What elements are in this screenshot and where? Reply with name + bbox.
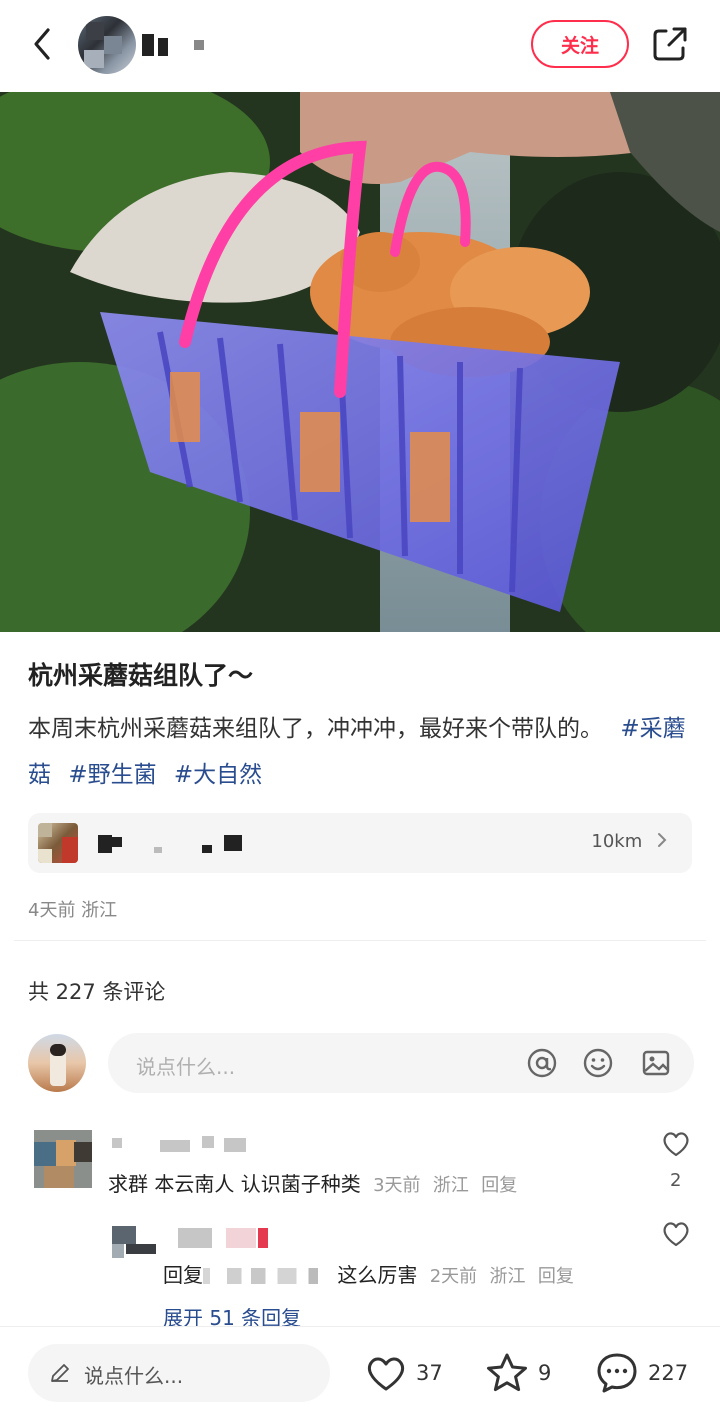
star-icon: [487, 1353, 527, 1392]
chevron-left-icon: [34, 28, 50, 60]
replier-name-blurred[interactable]: [178, 1228, 288, 1248]
post-body-text: 本周末杭州采蘑菇来组队了，冲冲冲，最好来个带队的。: [28, 716, 603, 742]
replier-avatar[interactable]: [112, 1226, 158, 1262]
reply-target-blurred: [203, 1268, 323, 1284]
comment-input-placeholder: 说点什么...: [136, 1055, 236, 1079]
chevron-right-icon: [658, 833, 667, 847]
location-distance: 10km: [591, 831, 668, 852]
author-name-blurred[interactable]: [142, 34, 212, 56]
post-meta: 4天前 浙江: [28, 900, 118, 921]
location-thumbnail: [38, 823, 78, 863]
commenter-avatar[interactable]: [34, 1130, 92, 1188]
pencil-icon: [51, 1364, 69, 1382]
image-icon[interactable]: [640, 1047, 672, 1079]
heart-icon[interactable]: [660, 1128, 692, 1160]
share-button[interactable]: [650, 24, 690, 64]
post-body: 本周末杭州采蘑菇来组队了，冲冲冲，最好来个带队的。 #采蘑菇 #野生菌 #大自然: [28, 706, 688, 798]
heart-icon: [367, 1357, 405, 1391]
bottom-input-placeholder: 说点什么...: [84, 1364, 184, 1388]
top-navigation-bar: 关注: [0, 0, 720, 92]
follow-button[interactable]: 关注: [531, 20, 629, 68]
comment-body: 求群 本云南人 认识菌子种类: [108, 1172, 361, 1196]
reply-body: 这么厉害: [337, 1263, 418, 1287]
author-avatar[interactable]: [78, 16, 136, 74]
reply-region: 浙江: [489, 1266, 526, 1287]
expand-replies-link[interactable]: 展开 51 条回复: [163, 1302, 301, 1326]
comment-like-count: 2: [670, 1170, 682, 1191]
commenter-name-blurred[interactable]: [112, 1136, 272, 1152]
like-button[interactable]: 37: [364, 1349, 443, 1397]
like-count: 37: [416, 1361, 443, 1385]
hashtag-link[interactable]: #大自然: [174, 762, 262, 788]
location-name-blurred: [98, 835, 278, 853]
comment-button[interactable]: 227: [594, 1349, 688, 1397]
chat-bubble-icon: [597, 1353, 637, 1393]
location-card[interactable]: 10km: [28, 813, 692, 873]
favorite-count: 9: [538, 1361, 552, 1385]
heart-icon[interactable]: [660, 1218, 692, 1250]
comment-time: 3天前: [373, 1175, 421, 1196]
distance-value: 10km: [591, 831, 643, 852]
comment-input[interactable]: 说点什么...: [108, 1033, 694, 1093]
at-icon[interactable]: [526, 1047, 558, 1079]
reply-button[interactable]: 回复: [538, 1266, 574, 1287]
divider: [14, 940, 706, 941]
reply-button[interactable]: 回复: [481, 1175, 517, 1196]
comment-region: 浙江: [432, 1175, 469, 1196]
emoji-icon[interactable]: [582, 1047, 614, 1079]
comment-count-button: 227: [648, 1361, 689, 1385]
back-button[interactable]: [22, 22, 62, 66]
reply-prefix: 回复: [163, 1263, 203, 1287]
bottom-action-bar: 说点什么... 37 9 227: [0, 1326, 720, 1428]
post-image-mushroom-basket[interactable]: [0, 92, 720, 632]
reply-time: 2天前: [429, 1266, 478, 1287]
favorite-button[interactable]: 9: [484, 1349, 551, 1397]
post-title: 杭州采蘑菇组队了～: [28, 661, 254, 690]
share-external-icon: [653, 27, 687, 61]
bottom-comment-input[interactable]: 说点什么...: [28, 1344, 330, 1402]
comment-count: 共 227 条评论: [28, 980, 166, 1004]
hashtag-link[interactable]: #野生菌: [68, 762, 156, 788]
reply-text[interactable]: 回复 这么厉害 2天前 浙江 回复: [163, 1259, 574, 1288]
my-avatar[interactable]: [28, 1034, 86, 1092]
comment-text[interactable]: 求群 本云南人 认识菌子种类 3天前 浙江 回复: [108, 1168, 517, 1197]
